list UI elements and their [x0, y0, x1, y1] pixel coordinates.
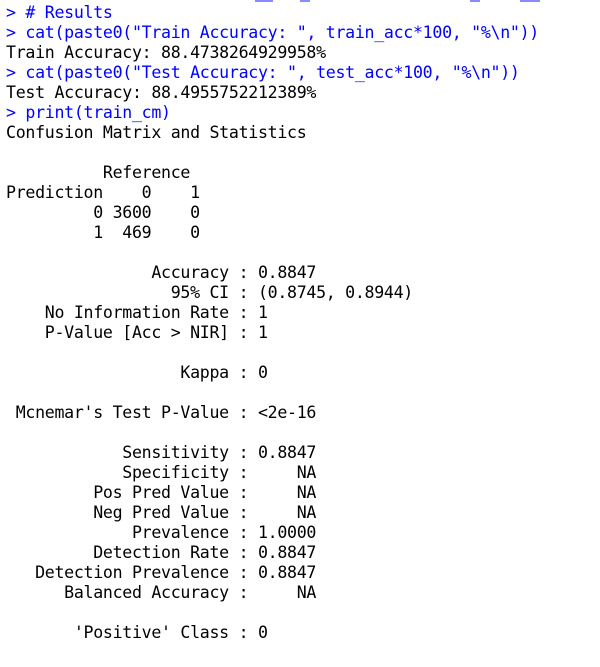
console-command-line: > cat(paste0("Train Accuracy: ", train_a… [6, 23, 539, 42]
console-output-line: Detection Rate : 0.8847 [6, 543, 317, 562]
console-output-line: Train Accuracy: 88.4738264929958% [6, 43, 326, 62]
r-console-output[interactable]: > # Results > cat(paste0("Train Accuracy:… [6, 3, 596, 643]
console-output-line: 0 3600 0 [6, 203, 200, 222]
console-command-line: > print(train_cm) [6, 103, 171, 122]
console-command-line: > # Results [6, 3, 113, 22]
console-output-line: Kappa : 0 [6, 363, 268, 382]
console-output-line: Detection Prevalence : 0.8847 [6, 563, 317, 582]
console-output-line: Test Accuracy: 88.4955752212389% [6, 83, 317, 102]
console-output-line: 'Positive' Class : 0 [6, 623, 268, 642]
console-output-line: Mcnemar's Test P-Value : <2e-16 [6, 403, 317, 422]
console-output-line: Neg Pred Value : NA [6, 503, 317, 522]
console-output-line: Confusion Matrix and Statistics [6, 123, 307, 142]
console-output-line: Prediction 0 1 [6, 183, 200, 202]
console-output-line: Sensitivity : 0.8847 [6, 443, 317, 462]
console-output-line: No Information Rate : 1 [6, 303, 268, 322]
console-output-line: P-Value [Acc > NIR] : 1 [6, 323, 268, 342]
console-output-line: Pos Pred Value : NA [6, 483, 317, 502]
console-output-line: 95% CI : (0.8745, 0.8944) [6, 283, 414, 302]
console-output-line: Prevalence : 1.0000 [6, 523, 317, 542]
console-output-line: Accuracy : 0.8847 [6, 263, 317, 282]
console-output-line: Balanced Accuracy : NA [6, 583, 317, 602]
console-output-line: 1 469 0 [6, 223, 200, 242]
console-output-line: Reference [6, 163, 191, 182]
console-output-line: Specificity : NA [6, 463, 317, 482]
console-command-line: > cat(paste0("Test Accuracy: ", test_acc… [6, 63, 520, 82]
clipped-previous-line [0, 0, 600, 2]
